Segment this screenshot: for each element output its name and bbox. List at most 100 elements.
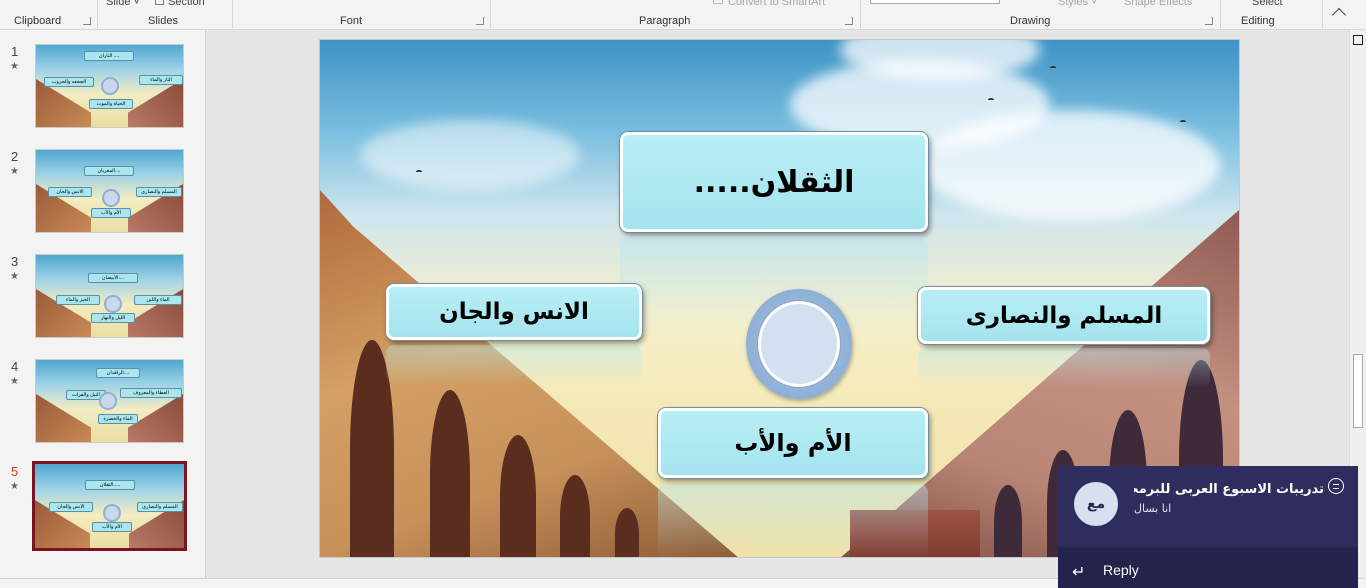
- new-slide-button[interactable]: Slide ˅: [106, 0, 140, 8]
- animation-star-icon: ★: [10, 166, 19, 177]
- preview-title: الناران ....: [84, 51, 134, 61]
- thumbnail-slide-4[interactable]: 4 ★ الرافدان.... العطاء والمعروف النيل و…: [0, 359, 206, 449]
- drawing-launcher-icon[interactable]: [1205, 17, 1213, 25]
- slides-group-label: Slides: [148, 15, 178, 27]
- slide-number: 5: [11, 464, 19, 479]
- scrollbar-thumb[interactable]: [1353, 354, 1363, 428]
- notification-message: انا بسال: [1134, 502, 1172, 515]
- separator: [232, 0, 233, 28]
- preview-box: النار والماء: [139, 75, 183, 85]
- slide-preview: الرافدان.... العطاء والمعروف النيل والفر…: [35, 359, 184, 443]
- slide-number: 3: [11, 254, 19, 269]
- bottom-shape-box[interactable]: الأم والأب: [658, 408, 928, 478]
- chat-icon: [1328, 478, 1344, 494]
- scroll-up-icon[interactable]: [1353, 35, 1363, 45]
- center-circle-inner: [758, 301, 840, 387]
- preview-box: الانس والجان: [49, 502, 93, 512]
- animation-star-icon: ★: [10, 481, 19, 492]
- ribbon: Slide ˅ Section Convert to SmartArt Styl…: [0, 0, 1366, 30]
- paragraph-launcher-icon[interactable]: [845, 17, 853, 25]
- separator: [97, 0, 98, 28]
- shape-effects-button[interactable]: Shape Effects: [1124, 0, 1192, 8]
- slide-preview-selected: الثقلان..... المسلم والنصارى الانس والجا…: [32, 461, 187, 551]
- cloud-graphic: [360, 120, 580, 190]
- preview-title: الثقلان.....: [85, 480, 135, 490]
- clipboard-launcher-icon[interactable]: [83, 17, 91, 25]
- thumbnail-slide-3[interactable]: 3 ★ الأبيضان.... الماء واللبن الخبز والم…: [0, 254, 206, 344]
- preview-circle: [103, 504, 121, 522]
- preview-box: الحياة والموت: [89, 99, 133, 109]
- font-launcher-icon[interactable]: [476, 17, 484, 25]
- preview-box: الخبز والماء: [56, 295, 100, 305]
- preview-box: الجخعه والحروب: [44, 77, 94, 87]
- animation-star-icon: ★: [10, 61, 19, 72]
- preview-circle: [101, 77, 119, 95]
- slide-number: 1: [11, 44, 19, 59]
- select-button[interactable]: Select: [1252, 0, 1283, 8]
- preview-circle: [99, 392, 117, 410]
- arch-graphic: [500, 435, 536, 557]
- preview-box: الماء واللبن: [134, 295, 182, 305]
- clipboard-group-label: Clipboard: [14, 15, 62, 27]
- bottom-box-reflection: [658, 484, 928, 557]
- arch-graphic: [615, 508, 639, 557]
- collapse-ribbon-icon[interactable]: [1331, 7, 1347, 23]
- preview-box: الانس والجان: [48, 187, 92, 197]
- wall-graphic: [36, 394, 91, 442]
- bird-graphic: [1180, 120, 1186, 123]
- slide-thumbnails-pane: 1 ★ الناران .... النار والماء الجخعه وال…: [0, 30, 206, 578]
- arch-graphic: [560, 475, 590, 557]
- thumbnail-slide-2[interactable]: 2 ★ المغربان.... المسلم والنصارى الانس و…: [0, 149, 206, 239]
- editing-group-label: Editing: [1241, 15, 1275, 27]
- animation-star-icon: ★: [10, 376, 19, 387]
- bird-graphic: [1050, 66, 1056, 69]
- preview-box: المسلم والنصارى: [136, 187, 182, 197]
- cloud-graphic: [920, 110, 1220, 220]
- reply-button[interactable]: ↵ Reply: [1058, 548, 1358, 588]
- arch-graphic: [994, 485, 1022, 557]
- preview-box: العطاء والمعروف: [120, 388, 182, 398]
- preview-circle: [102, 189, 120, 207]
- smartart-icon: [713, 0, 723, 4]
- slide-preview: المغربان.... المسلم والنصارى الانس والجا…: [35, 149, 184, 233]
- center-circle-shape[interactable]: [746, 289, 852, 399]
- separator: [490, 0, 491, 28]
- chat-notification-toast[interactable]: مع تدريبات الاسبوع العربى للبرمجه)... ان…: [1058, 466, 1358, 588]
- notification-title: تدريبات الاسبوع العربى للبرمجه)...: [1134, 482, 1324, 497]
- slide-preview: الأبيضان.... الماء واللبن الخبز والماء ا…: [35, 254, 184, 338]
- preview-title: المغربان....: [84, 166, 134, 176]
- slide-preview: الناران .... النار والماء الجخعه والحروب…: [35, 44, 184, 128]
- slide-number: 2: [11, 149, 19, 164]
- shapes-gallery[interactable]: [870, 0, 1000, 4]
- powerpoint-window: Slide ˅ Section Convert to SmartArt Styl…: [0, 0, 1366, 588]
- left-shape-box[interactable]: الانس والجان: [386, 284, 642, 340]
- left-box-reflection: [386, 345, 642, 385]
- right-shape-box[interactable]: المسلم والنصارى: [918, 287, 1210, 344]
- preview-circle: [104, 295, 122, 313]
- notification-body[interactable]: مع تدريبات الاسبوع العربى للبرمجه)... ان…: [1058, 466, 1358, 546]
- thumbnail-slide-5[interactable]: 5 ★ الثقلان..... المسلم والنصارى الانس و…: [0, 461, 206, 554]
- drawing-group-label: Drawing: [1010, 15, 1051, 27]
- arch-graphic: [430, 390, 470, 557]
- reply-label: Reply: [1103, 562, 1139, 578]
- reply-icon: ↵: [1072, 564, 1086, 581]
- quick-styles-button[interactable]: Styles ˅: [1058, 0, 1097, 8]
- bird-graphic: [416, 170, 422, 173]
- right-box-reflection: [918, 348, 1210, 388]
- preview-box: الماء والخضرة: [98, 414, 138, 424]
- wall-graphic: [128, 79, 183, 127]
- convert-to-smartart-button[interactable]: Convert to SmartArt: [728, 0, 825, 8]
- separator: [860, 0, 861, 28]
- bird-graphic: [988, 98, 994, 101]
- preview-box: الأم والأب: [91, 208, 131, 218]
- animation-star-icon: ★: [10, 271, 19, 282]
- slide-number: 4: [11, 359, 19, 374]
- thumbnail-slide-1[interactable]: 1 ★ الناران .... النار والماء الجخعه وال…: [0, 44, 206, 134]
- separator: [1322, 0, 1323, 28]
- section-icon: [155, 0, 164, 5]
- paragraph-group-label: Paragraph: [639, 15, 691, 27]
- slide-title-box[interactable]: الثقلان.....: [620, 132, 928, 232]
- preview-box: المسلم والنصارى: [137, 502, 183, 512]
- section-button[interactable]: Section: [168, 0, 205, 8]
- preview-box: الليل والنهار: [91, 313, 135, 323]
